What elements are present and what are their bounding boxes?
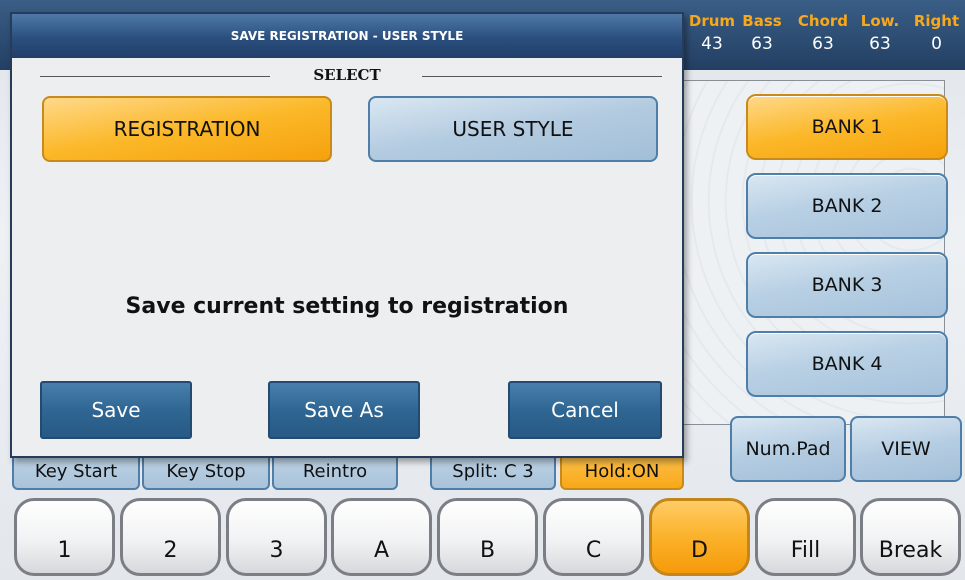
select-divider-right bbox=[422, 76, 662, 77]
bank-1-button[interactable]: BANK 1 bbox=[746, 94, 948, 160]
select-label: SELECT bbox=[313, 66, 381, 84]
save-registration-dialog: SAVE REGISTRATION - USER STYLE SELECT RE… bbox=[10, 12, 684, 458]
mixer-chord[interactable]: Chord 63 bbox=[791, 12, 855, 54]
mixer-drum-label: Drum bbox=[688, 12, 736, 30]
mixer-low-label: Low. bbox=[860, 12, 900, 30]
pad-break[interactable]: Break bbox=[860, 498, 961, 576]
variation-pads: 1 2 3 A B C D Fill Break bbox=[0, 494, 965, 580]
mixer-low[interactable]: Low. 63 bbox=[856, 12, 904, 54]
view-button[interactable]: VIEW bbox=[850, 416, 962, 482]
mixer-chord-label: Chord bbox=[797, 12, 849, 30]
pad-1[interactable]: 1 bbox=[14, 498, 115, 576]
pad-3[interactable]: 3 bbox=[226, 498, 327, 576]
mixer-low-value: 63 bbox=[869, 34, 891, 54]
pad-d[interactable]: D bbox=[649, 498, 750, 576]
mixer-bass-label: Bass bbox=[742, 12, 782, 30]
mixer-drum[interactable]: Drum 43 bbox=[688, 12, 736, 54]
pad-b[interactable]: B bbox=[437, 498, 538, 576]
bank-3-button[interactable]: BANK 3 bbox=[746, 252, 948, 318]
mixer-chord-value: 63 bbox=[812, 34, 834, 54]
registration-option-button[interactable]: REGISTRATION bbox=[42, 96, 332, 162]
pad-a[interactable]: A bbox=[331, 498, 432, 576]
mixer-bass[interactable]: Bass 63 bbox=[738, 12, 786, 54]
pad-c[interactable]: C bbox=[543, 498, 644, 576]
pad-2[interactable]: 2 bbox=[120, 498, 221, 576]
bank-4-button[interactable]: BANK 4 bbox=[746, 331, 948, 397]
user-style-option-button[interactable]: USER STYLE bbox=[368, 96, 658, 162]
dialog-message: Save current setting to registration bbox=[125, 294, 569, 319]
bank-2-button[interactable]: BANK 2 bbox=[746, 173, 948, 239]
mixer-volumes: Drum 43 Bass 63 Chord 63 Low. 63 Right 0 bbox=[688, 12, 965, 64]
pad-fill[interactable]: Fill bbox=[755, 498, 856, 576]
cancel-button[interactable]: Cancel bbox=[508, 381, 662, 439]
save-button[interactable]: Save bbox=[40, 381, 192, 439]
mixer-right-value: 0 bbox=[931, 34, 942, 54]
dialog-title: SAVE REGISTRATION - USER STYLE bbox=[12, 14, 682, 58]
mixer-right[interactable]: Right 0 bbox=[908, 12, 965, 54]
mixer-bass-value: 63 bbox=[751, 34, 773, 54]
save-as-button[interactable]: Save As bbox=[268, 381, 420, 439]
mixer-right-label: Right bbox=[913, 12, 960, 30]
mixer-drum-value: 43 bbox=[701, 34, 723, 54]
numpad-button[interactable]: Num.Pad bbox=[730, 416, 846, 482]
